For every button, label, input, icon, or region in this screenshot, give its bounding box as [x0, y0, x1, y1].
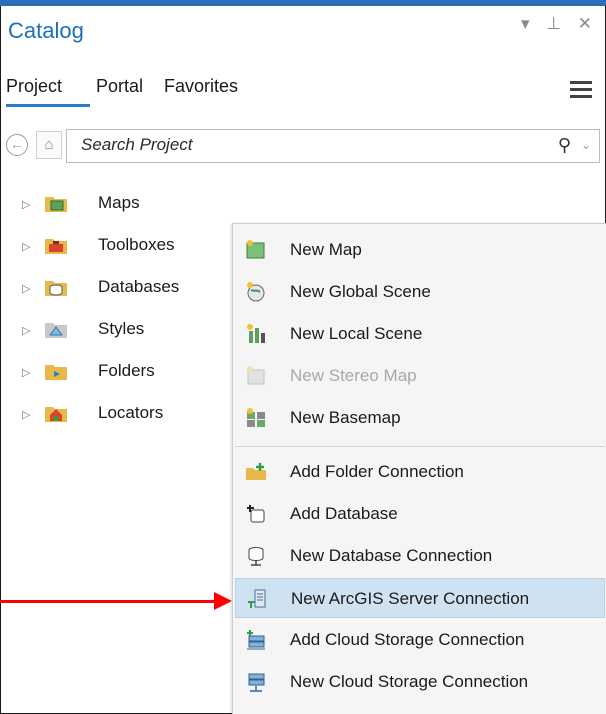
expand-arrow-icon[interactable]: ▷ — [22, 240, 30, 253]
search-icon[interactable]: ⚲ — [558, 135, 571, 156]
expand-arrow-icon[interactable]: ▷ — [22, 198, 30, 211]
menu-separator — [235, 446, 605, 447]
search-dropdown-icon[interactable]: ⌄ — [581, 138, 591, 152]
server-connection-icon — [248, 589, 266, 608]
pane-top-border — [0, 0, 606, 6]
search-box: ⚲ ⌄ — [66, 129, 600, 163]
menu-item-new-arcgis-server-connection[interactable]: New ArcGIS Server Connection — [235, 578, 605, 618]
global-scene-icon — [247, 282, 265, 302]
back-arrow-icon[interactable]: ← — [6, 134, 28, 156]
expand-arrow-icon[interactable]: ▷ — [22, 324, 30, 337]
tab-favorites[interactable]: Favorites — [164, 76, 238, 97]
new-map-icon — [246, 240, 265, 259]
locator-icon — [45, 407, 67, 422]
menu-hamburger-icon[interactable] — [570, 81, 592, 102]
menu-item-new-stereo-map[interactable]: New Stereo Map — [235, 356, 605, 396]
basemap-icon — [247, 408, 265, 427]
menu-item-add-folder-connection[interactable]: Add Folder Connection — [235, 452, 605, 492]
menu-item-new-basemap[interactable]: New Basemap — [235, 398, 605, 438]
expand-arrow-icon[interactable]: ▷ — [22, 366, 30, 379]
active-tab-underline — [6, 104, 90, 107]
expand-arrow-icon[interactable]: ▷ — [22, 408, 30, 421]
add-database-icon — [247, 505, 265, 523]
new-cloud-storage-icon — [248, 673, 265, 692]
new-item-context-menu: New Map New Global Scene New Local Scene… — [232, 223, 606, 714]
tab-portal[interactable]: Portal — [96, 76, 143, 97]
expand-arrow-icon[interactable]: ▷ — [22, 282, 30, 295]
database-connection-icon — [248, 547, 264, 566]
menu-item-new-cloud-storage-connection[interactable]: New Cloud Storage Connection — [235, 662, 605, 702]
pane-title: Catalog — [8, 18, 84, 43]
map-folder-icon — [45, 197, 67, 212]
menu-item-new-map[interactable]: New Map — [235, 230, 605, 270]
search-row: ← ⌂ ⚲ ⌄ — [6, 129, 600, 163]
menu-item-add-cloud-storage-connection[interactable]: Add Cloud Storage Connection — [235, 620, 605, 660]
toolbox-icon — [45, 239, 67, 254]
folder-connection-icon — [246, 463, 266, 480]
database-folder-icon — [45, 281, 67, 296]
menu-item-new-global-scene[interactable]: New Global Scene — [235, 272, 605, 312]
home-icon[interactable]: ⌂ — [36, 131, 62, 159]
pane-controls[interactable]: ▾ ⊥ ✕ — [521, 14, 598, 34]
menu-item-add-database[interactable]: Add Database — [235, 494, 605, 534]
menu-item-new-database-connection[interactable]: New Database Connection — [235, 536, 605, 576]
tab-project[interactable]: Project — [6, 76, 62, 97]
folder-icon — [45, 365, 67, 380]
local-scene-icon — [247, 324, 265, 343]
annotation-arrow-line — [0, 600, 220, 603]
search-input[interactable] — [81, 134, 501, 156]
styles-icon — [45, 323, 67, 338]
menu-item-new-local-scene[interactable]: New Local Scene — [235, 314, 605, 354]
stereo-map-icon — [247, 366, 265, 385]
add-cloud-storage-icon — [247, 630, 265, 650]
annotation-arrow-head-icon — [214, 592, 232, 610]
